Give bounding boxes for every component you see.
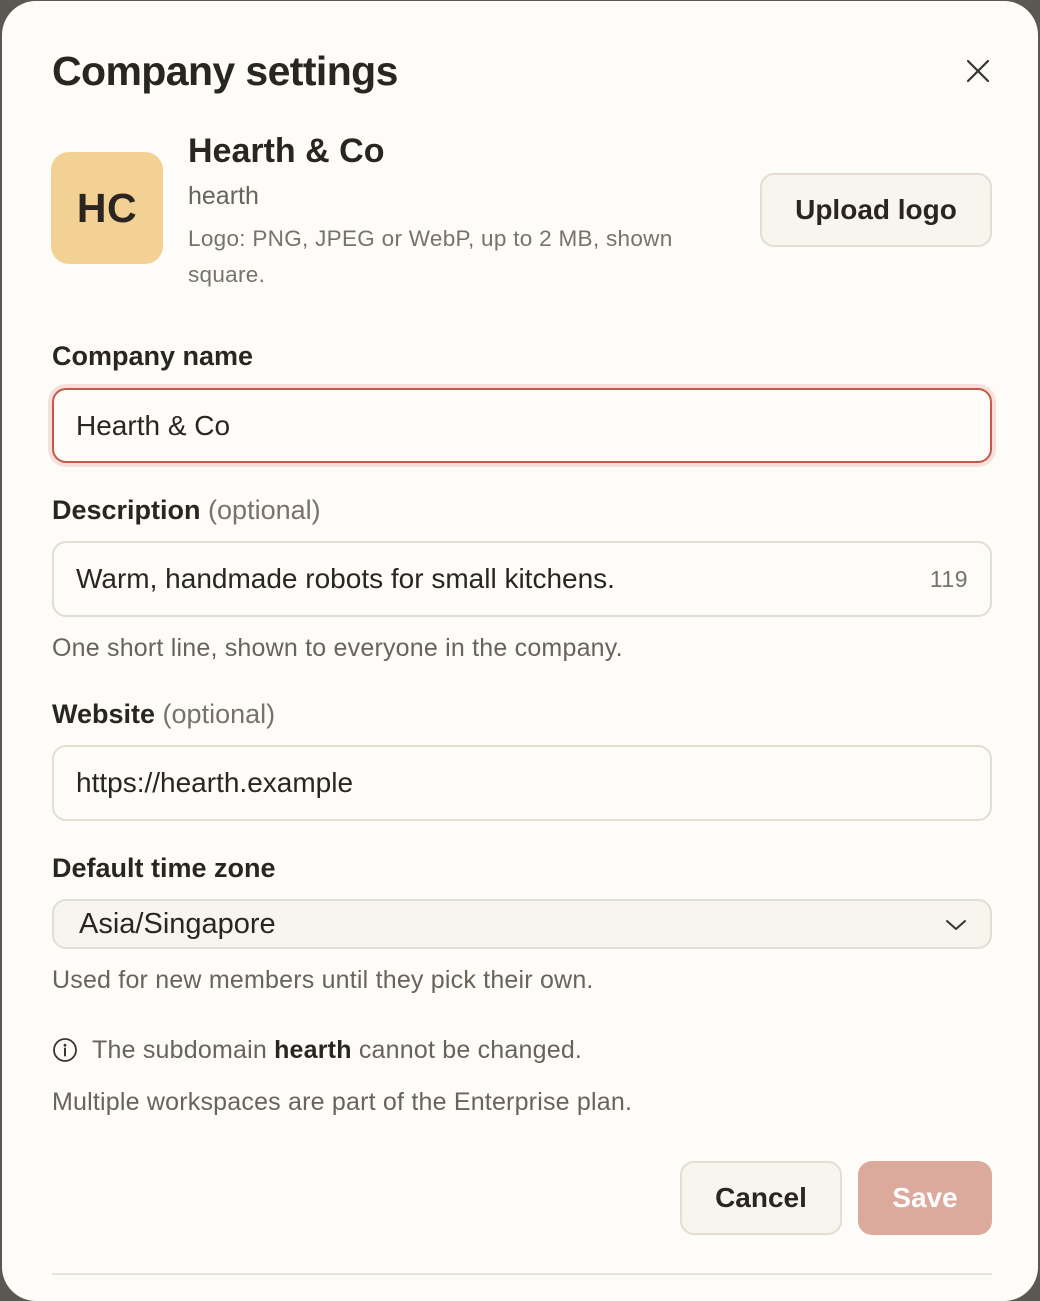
- dialog-title: Company settings: [52, 48, 398, 94]
- description-input[interactable]: Warm, handmade robots for small kitchens…: [52, 541, 992, 617]
- description-value: Warm, handmade robots for small kitchens…: [76, 563, 615, 594]
- description-optional-tag: (optional): [208, 495, 321, 525]
- close-button[interactable]: [958, 51, 998, 91]
- subdomain-notice: The subdomain hearth cannot be changed.: [52, 1033, 582, 1067]
- footer-divider: [52, 1273, 992, 1275]
- website-value: https://hearth.example: [76, 767, 354, 798]
- close-icon: [966, 59, 990, 83]
- description-label-text: Description: [52, 495, 201, 525]
- company-name-heading: Hearth & Co: [188, 132, 385, 170]
- company-name-label: Company name: [52, 341, 254, 371]
- timezone-label: Default time zone: [52, 853, 276, 883]
- upload-logo-button[interactable]: Upload logo: [760, 173, 992, 247]
- timezone-value: Asia/Singapore: [79, 907, 276, 940]
- notice-prefix: The subdomain: [92, 1036, 275, 1064]
- chevron-down-icon: [946, 920, 966, 930]
- description-char-count: 119: [929, 565, 968, 592]
- website-label: Website (optional): [52, 696, 275, 732]
- timezone-hint: Used for new members until they pick the…: [52, 966, 594, 994]
- description-label: Description (optional): [52, 492, 321, 528]
- notice-subdomain: hearth: [274, 1036, 352, 1064]
- save-button[interactable]: Save: [858, 1161, 992, 1235]
- info-icon: [53, 1038, 77, 1062]
- company-avatar: HC: [51, 152, 163, 264]
- cancel-button[interactable]: Cancel: [680, 1161, 842, 1235]
- logo-requirements-hint: Logo: PNG, JPEG or WebP, up to 2 MB, sho…: [188, 226, 673, 287]
- website-label-text: Website: [52, 699, 156, 729]
- plan-note: Multiple workspaces are part of the Ente…: [52, 1088, 633, 1116]
- company-settings-dialog: Company settings HC Hearth & Co hearth L…: [2, 1, 1038, 1301]
- timezone-select[interactable]: Asia/Singapore: [52, 899, 992, 949]
- notice-suffix: cannot be changed.: [351, 1036, 583, 1064]
- website-input[interactable]: https://hearth.example: [52, 745, 992, 821]
- company-name-input[interactable]: Hearth & Co: [52, 388, 992, 463]
- website-optional-tag: (optional): [162, 699, 276, 729]
- company-slug: hearth: [188, 182, 259, 210]
- company-name-value: Hearth & Co: [76, 409, 231, 441]
- description-hint: One short line, shown to everyone in the…: [52, 634, 623, 662]
